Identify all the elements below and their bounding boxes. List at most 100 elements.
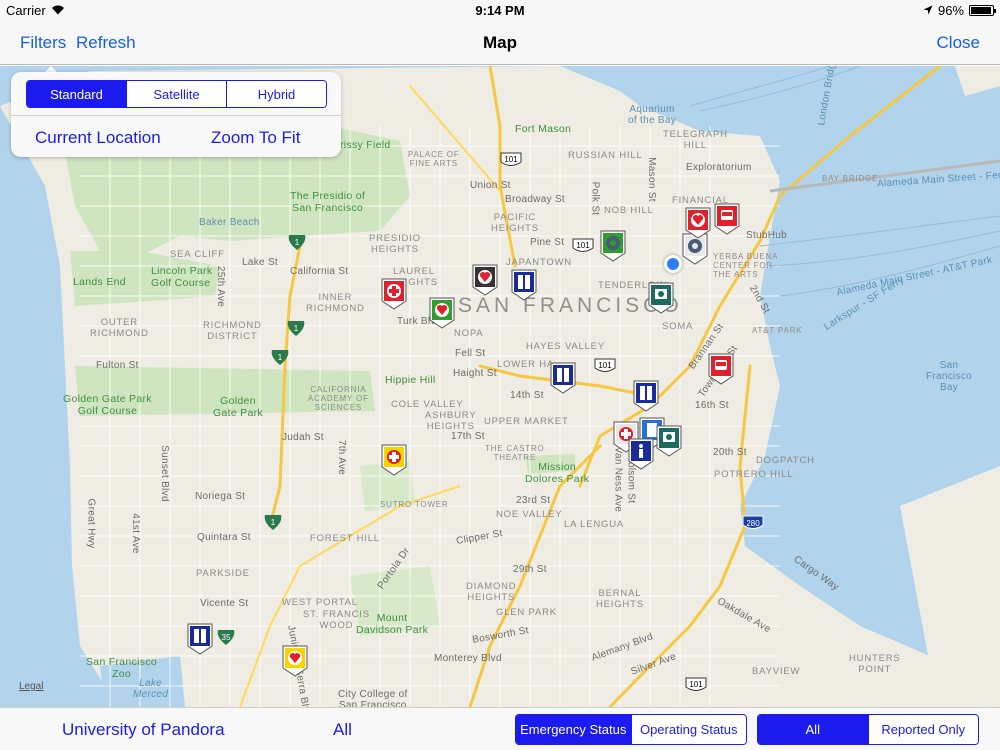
25th-ave-label: 25th Ave bbox=[215, 265, 227, 308]
17th-st-label: 17th St bbox=[451, 431, 485, 442]
hayes-valley-label: HAYES VALLEY bbox=[526, 341, 605, 352]
page-title: Map bbox=[483, 33, 517, 52]
soma-label: SOMA bbox=[662, 321, 694, 332]
sutro-tower-label: SUTRO TOWER bbox=[380, 500, 449, 509]
crissy-field-label: rissy Field bbox=[340, 139, 391, 151]
20th-st-label: 20th St bbox=[713, 447, 747, 458]
bernal-heights-label: BERNAL HEIGHTS bbox=[596, 588, 644, 610]
west-portal-label: WEST PORTAL bbox=[282, 597, 358, 608]
map-view[interactable]: SAN FRANCISCO Fort Mason Aquarium of the… bbox=[0, 66, 1000, 707]
navigation-bar: Filters Refresh Map Close bbox=[0, 20, 1000, 65]
highway-35-shield: 35 bbox=[215, 629, 237, 646]
14th-st-label: 14th St bbox=[510, 390, 544, 401]
lands-end-label: Lands End bbox=[73, 276, 126, 288]
operating-status-option[interactable]: Operating Status bbox=[631, 715, 746, 744]
att-park-label: AT&T PARK bbox=[752, 326, 803, 335]
train-red-pin[interactable] bbox=[712, 201, 742, 235]
highway-280-shield: 280 bbox=[742, 515, 764, 532]
highway-101-shield: 101 bbox=[685, 677, 707, 694]
fell-st-label: Fell St bbox=[455, 348, 486, 359]
29th-st-label: 29th St bbox=[513, 564, 547, 575]
mason-st-label: Mason St bbox=[645, 157, 657, 202]
sf-zoo-label: San Francisco Zoo bbox=[86, 656, 158, 680]
gear-green-pin[interactable] bbox=[598, 228, 628, 262]
fulton-st-label: Fulton St bbox=[96, 360, 139, 371]
highway-1-shield: 1 bbox=[262, 514, 284, 531]
union-st-label: Union St bbox=[470, 180, 511, 191]
polk-st-label: Polk St bbox=[589, 181, 601, 216]
campus-selector[interactable]: University of Pandora bbox=[62, 720, 225, 740]
23rd-st-label: 23rd St bbox=[516, 495, 551, 506]
close-button[interactable]: Close bbox=[937, 33, 980, 53]
highway-101-shield: 101 bbox=[500, 152, 522, 169]
emergency-teal-pin[interactable] bbox=[654, 423, 684, 457]
category-filter[interactable]: All bbox=[333, 720, 352, 740]
elevator-blue-pin[interactable] bbox=[509, 267, 539, 301]
popover-divider bbox=[11, 115, 341, 116]
monterey-blvd-label: Monterey Blvd bbox=[434, 653, 502, 664]
aquarium-label: Aquarium of the Bay bbox=[628, 104, 677, 126]
current-location-button[interactable]: Current Location bbox=[35, 128, 161, 148]
glen-park-label: GLEN PARK bbox=[496, 607, 557, 618]
shield-text: 1 bbox=[294, 324, 299, 333]
report-all-option[interactable]: All bbox=[758, 715, 869, 744]
dogpatch-label: DOGPATCH bbox=[756, 455, 815, 466]
current-location-dot[interactable] bbox=[664, 255, 682, 273]
elevator-blue-pin[interactable] bbox=[185, 621, 215, 655]
hunters-point-label: HUNTERS POINT bbox=[849, 653, 901, 675]
map-type-hybrid[interactable]: Hybrid bbox=[227, 81, 326, 107]
parkside-label: PARKSIDE bbox=[196, 568, 250, 579]
cole-valley-label: COLE VALLEY bbox=[391, 399, 464, 410]
emergency-status-option[interactable]: Emergency Status bbox=[516, 715, 632, 744]
elevator-blue-pin[interactable] bbox=[631, 378, 661, 412]
lincoln-park-label: Lincoln Park Golf Course bbox=[151, 265, 213, 289]
aed-black-pin[interactable] bbox=[470, 262, 500, 296]
bottom-toolbar: University of Pandora All Emergency Stat… bbox=[0, 707, 1000, 750]
emergency-teal-pin[interactable] bbox=[646, 280, 676, 314]
reported-only-option[interactable]: Reported Only bbox=[868, 715, 978, 744]
info-blue-pin[interactable] bbox=[626, 436, 656, 470]
city-college-label: City College of San Francisco bbox=[338, 689, 408, 707]
map-type-satellite[interactable]: Satellite bbox=[127, 81, 227, 107]
mission-dolores-label: Mission Dolores Park bbox=[525, 461, 590, 485]
aed-green-pin[interactable] bbox=[427, 295, 457, 329]
location-arrow-icon bbox=[923, 3, 933, 18]
bayview-label: BAYVIEW bbox=[752, 666, 801, 677]
hippie-hill-label: Hippie Hill bbox=[385, 374, 436, 386]
legal-link[interactable]: Legal bbox=[19, 681, 43, 692]
highway-101-shield: 101 bbox=[594, 358, 616, 375]
palace-label: PALACE OF FINE ARTS bbox=[408, 150, 460, 168]
pine-st-label: Pine St bbox=[530, 237, 565, 248]
first-aid-yellow-pin[interactable] bbox=[379, 442, 409, 476]
highway-1-shield: 1 bbox=[286, 234, 308, 251]
cal-academy-label: CALIFORNIA ACADEMY OF SCIENCES bbox=[308, 385, 369, 412]
judah-st-label: Judah St bbox=[282, 432, 324, 443]
lower-haight-label: LOWER HA bbox=[497, 359, 555, 370]
shield-text: 1 bbox=[271, 518, 276, 527]
highway-1-shield: 1 bbox=[285, 320, 307, 337]
gg-park-golf-label: Golden Gate Park Golf Course bbox=[63, 393, 152, 417]
battery-percent: 96% bbox=[937, 3, 964, 18]
castro-label: THE CASTRO THEATRE bbox=[485, 444, 545, 462]
train-red-pin[interactable] bbox=[706, 351, 736, 385]
gg-park-label: Golden Gate Park bbox=[213, 395, 263, 419]
stubhub-label: StubHub bbox=[746, 230, 788, 241]
map-type-standard[interactable]: Standard bbox=[27, 81, 127, 107]
elevator-blue-pin[interactable] bbox=[548, 360, 578, 394]
shield-text: 1 bbox=[278, 353, 283, 362]
shield-text: 1 bbox=[295, 238, 300, 247]
zoom-to-fit-button[interactable]: Zoom To Fit bbox=[211, 128, 300, 148]
pacific-heights-label: PACIFIC HEIGHTS bbox=[491, 212, 539, 234]
aed-yellow-pin[interactable] bbox=[280, 643, 310, 677]
russian-hill-label: RUSSIAN HILL bbox=[568, 150, 643, 161]
lake-st-label: Lake St bbox=[242, 257, 279, 268]
first-aid-red-pin[interactable] bbox=[379, 276, 409, 310]
outer-richmond-label: OUTER RICHMOND bbox=[90, 317, 149, 339]
status-bar: Carrier 9:14 PM 96% bbox=[0, 0, 1000, 20]
16th-st-label: 16th St bbox=[695, 400, 729, 411]
aed-red-pin[interactable] bbox=[683, 205, 713, 239]
la-lengua-label: LA LENGUA bbox=[564, 519, 625, 530]
sea-cliff-label: SEA CLIFF bbox=[170, 249, 225, 260]
presidio-heights-label: PRESIDIO HEIGHTS bbox=[369, 233, 421, 255]
shield-text: 101 bbox=[504, 155, 518, 164]
